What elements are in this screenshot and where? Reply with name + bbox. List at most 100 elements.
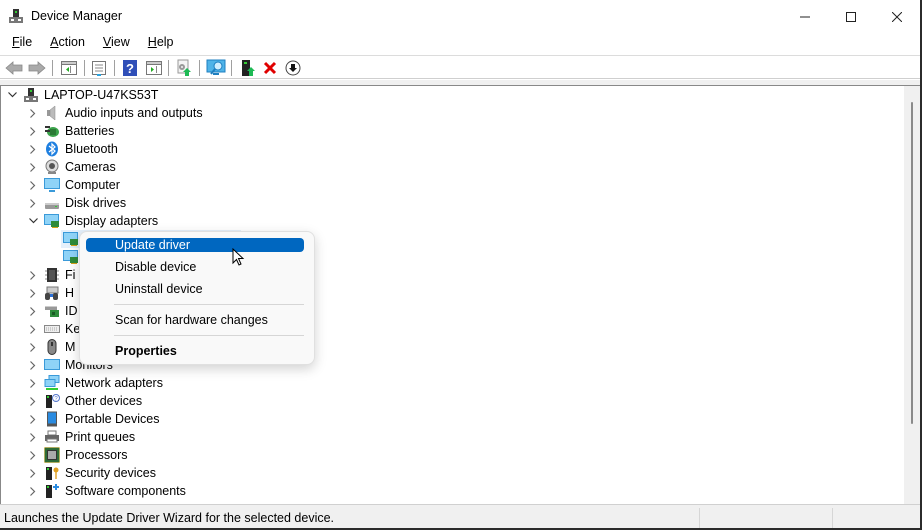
context-menu-scan-hardware[interactable]: Scan for hardware changes [86,313,304,327]
disk-drive-icon [45,203,59,209]
chevron-right-icon[interactable] [28,374,38,392]
tree-item-portable-devices[interactable]: Portable Devices [28,410,160,428]
tree-item-display-adapters[interactable]: Display adapters [28,212,158,230]
chevron-right-icon[interactable] [28,176,38,194]
tree-item-bluetooth[interactable]: Bluetooth [28,140,118,158]
context-menu-update-driver[interactable]: Update driver [86,238,304,252]
chevron-right-icon[interactable] [28,338,38,356]
close-button[interactable] [874,0,920,33]
chevron-right-icon[interactable] [28,140,38,158]
properties-button[interactable] [89,58,109,78]
add-legacy-hardware-button[interactable] [238,58,258,78]
vertical-scrollbar[interactable] [904,86,920,504]
tree-item-hid[interactable]: H [28,284,74,302]
tree-item-firmware[interactable]: Fi [28,266,75,284]
toolbar-separator [168,60,169,76]
chevron-right-icon[interactable] [28,104,38,122]
chevron-right-icon[interactable] [28,302,38,320]
minimize-icon [800,16,810,17]
tree-item-batteries[interactable]: Batteries [28,122,114,140]
context-menu: Update driver Disable device Uninstall d… [79,231,315,365]
chevron-down-icon[interactable] [7,86,17,104]
network-adapter-icon [44,375,60,390]
chevron-right-icon[interactable] [28,194,38,212]
context-menu-disable-device[interactable]: Disable device [86,260,304,274]
close-icon [892,11,902,22]
chevron-right-icon[interactable] [28,320,38,338]
tree-root-label: LAPTOP-U47KS53T [44,88,159,102]
chevron-right-icon[interactable] [28,482,38,500]
tree-item-label: Bluetooth [65,142,118,156]
tree-item-other-devices[interactable]: ? Other devices [28,392,142,410]
security-device-icon [46,467,59,480]
tree-root[interactable]: LAPTOP-U47KS53T [7,86,158,104]
tree-item-label: Computer [65,178,120,192]
chevron-right-icon[interactable] [28,158,38,176]
menu-file[interactable]: File [6,33,38,53]
tree-item-processors[interactable]: Processors [28,446,128,464]
tree-item-mice[interactable]: M [28,338,75,356]
tree-item-disk-drives[interactable]: Disk drives [28,194,126,212]
toolbar-separator [199,60,200,76]
mouse-icon [47,339,57,355]
tree-item-audio[interactable]: Audio inputs and outputs [28,104,203,122]
tree-item-label: Print queues [65,430,136,444]
disable-device-button[interactable] [283,58,303,78]
scan-hardware-button[interactable] [205,58,227,78]
menu-help[interactable]: Help [142,33,180,53]
chevron-right-icon[interactable] [28,122,38,140]
menu-view-label: iew [111,35,130,49]
chevron-right-icon[interactable] [28,410,38,428]
chevron-right-icon[interactable] [28,464,38,482]
context-menu-uninstall-device[interactable]: Uninstall device [86,282,304,296]
chevron-right-icon[interactable] [28,428,38,446]
menu-file-accel: F [12,35,20,49]
toolbar-separator [231,60,232,76]
menu-view-accel: V [102,35,112,49]
show-hide-console-tree-icon [61,61,77,75]
maximize-button[interactable] [828,0,874,33]
minimize-button[interactable] [782,0,828,33]
show-hide-console-tree-button[interactable] [59,58,79,78]
tree-item-label: Audio inputs and outputs [65,106,203,120]
other-devices-icon: ? [46,394,60,408]
tree-item-software-components[interactable]: Software components [28,482,186,500]
tree-item-print-queues[interactable]: Print queues [28,428,135,446]
tree-item-label: M [65,340,76,354]
tree-item-label: Other devices [65,394,143,408]
chevron-down-icon[interactable] [28,212,38,230]
printer-icon [45,430,59,443]
tree-item-label: Portable Devices [65,412,160,426]
forward-button[interactable] [27,58,47,78]
context-menu-properties[interactable]: Properties [86,344,304,358]
show-action-pane-button[interactable] [144,58,164,78]
display-adapter-icon [63,232,78,246]
uninstall-device-button[interactable] [260,58,280,78]
tree-item-label: Ke [65,322,81,336]
chevron-right-icon[interactable] [28,392,38,410]
tree-item-security-devices[interactable]: Security devices [28,464,156,482]
menu-view[interactable]: View [97,33,136,53]
tree-item-keyboards[interactable]: Ke [28,320,80,338]
tree-item-network-adapters[interactable]: Network adapters [28,374,163,392]
scan-hardware-icon [206,59,226,75]
chevron-right-icon[interactable] [28,284,38,302]
chevron-right-icon[interactable] [28,356,38,374]
help-button[interactable]: ? [120,58,140,78]
keyboard-icon [44,325,60,333]
update-driver-button[interactable] [174,58,194,78]
chevron-right-icon[interactable] [28,446,38,464]
context-menu-separator [114,335,304,336]
device-manager-window: Device Manager File Action View Help ? L… [0,0,922,530]
context-menu-item-label: Disable device [115,260,197,274]
tree-item-ide[interactable]: ID [28,302,78,320]
forward-icon [28,61,46,75]
chevron-right-icon[interactable] [28,266,38,284]
tree-item-label: Processors [65,448,128,462]
menu-action[interactable]: Action [44,33,91,53]
back-button[interactable] [4,58,24,78]
scrollbar-thumb[interactable] [911,102,913,424]
disable-icon [285,60,301,76]
tree-item-cameras[interactable]: Cameras [28,158,116,176]
tree-item-computer[interactable]: Computer [28,176,120,194]
